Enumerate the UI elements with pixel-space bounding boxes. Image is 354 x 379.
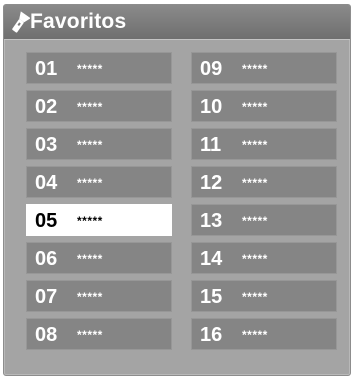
favorite-number: 04 — [35, 172, 58, 194]
favorite-number: 02 — [35, 96, 58, 118]
favorite-item-10[interactable]: 10 ***** — [191, 90, 337, 122]
favorite-item-07[interactable]: 07 ***** — [26, 280, 172, 312]
favorite-name: ***** — [77, 214, 103, 228]
favorite-item-03[interactable]: 03 ***** — [26, 128, 172, 160]
favorite-item-15[interactable]: 15 ***** — [191, 280, 337, 312]
favorite-number: 12 — [200, 172, 223, 194]
favorite-number: 13 — [200, 210, 223, 232]
favorite-name: ***** — [242, 100, 268, 114]
favorite-item-05-selected[interactable]: 05 ***** — [26, 204, 172, 236]
favorite-number: 16 — [200, 324, 223, 346]
favorite-item-04[interactable]: 04 ***** — [26, 166, 172, 198]
favorite-number: 14 — [200, 248, 223, 270]
favorite-number: 11 — [200, 134, 222, 156]
favorite-name: ***** — [242, 176, 268, 190]
favorite-number: 10 — [200, 96, 223, 118]
favorite-item-02[interactable]: 02 ***** — [26, 90, 172, 122]
favorite-item-06[interactable]: 06 ***** — [26, 242, 172, 274]
favorite-name: ***** — [77, 328, 103, 342]
favorite-name: ***** — [242, 252, 268, 266]
favorite-item-11[interactable]: 11 ***** — [191, 128, 337, 160]
favorite-name: ***** — [242, 328, 268, 342]
favorite-item-01[interactable]: 01 ***** — [26, 52, 172, 84]
favorites-list-left: 01 ***** 02 ***** 03 ***** 04 ***** 05 *… — [26, 52, 172, 356]
favorite-name: ***** — [242, 290, 268, 304]
favorite-name: ***** — [77, 290, 103, 304]
favorite-number: 15 — [200, 286, 223, 308]
favorite-number: 06 — [35, 248, 58, 270]
favorite-number: 01 — [35, 58, 58, 80]
favorite-number: 07 — [35, 286, 58, 308]
favorite-name: ***** — [242, 62, 268, 76]
favorite-item-16[interactable]: 16 ***** — [191, 318, 337, 350]
page-title: Favoritos — [30, 10, 127, 33]
favorite-name: ***** — [77, 100, 103, 114]
favorite-name: ***** — [242, 138, 268, 152]
favorites-list-right: 09 ***** 10 ***** 11 ***** 12 ***** 13 *… — [191, 52, 337, 356]
flashlight-icon — [12, 11, 30, 33]
favorite-name: ***** — [242, 214, 268, 228]
favorite-name: ***** — [77, 176, 103, 190]
favorite-name: ***** — [77, 138, 103, 152]
favorite-item-14[interactable]: 14 ***** — [191, 242, 337, 274]
favorite-number: 03 — [35, 134, 58, 156]
favorite-item-09[interactable]: 09 ***** — [191, 52, 337, 84]
favorite-item-12[interactable]: 12 ***** — [191, 166, 337, 198]
favorite-item-13[interactable]: 13 ***** — [191, 204, 337, 236]
panel-header: Favoritos — [4, 5, 350, 40]
favorite-item-08[interactable]: 08 ***** — [26, 318, 172, 350]
favorite-number: 05 — [35, 210, 58, 232]
favorite-name: ***** — [77, 62, 103, 76]
favorite-number: 08 — [35, 324, 58, 346]
favorite-name: ***** — [77, 252, 103, 266]
favorites-panel: Favoritos 01 ***** 02 ***** 03 ***** 04 … — [3, 4, 351, 376]
favorite-number: 09 — [200, 58, 223, 80]
